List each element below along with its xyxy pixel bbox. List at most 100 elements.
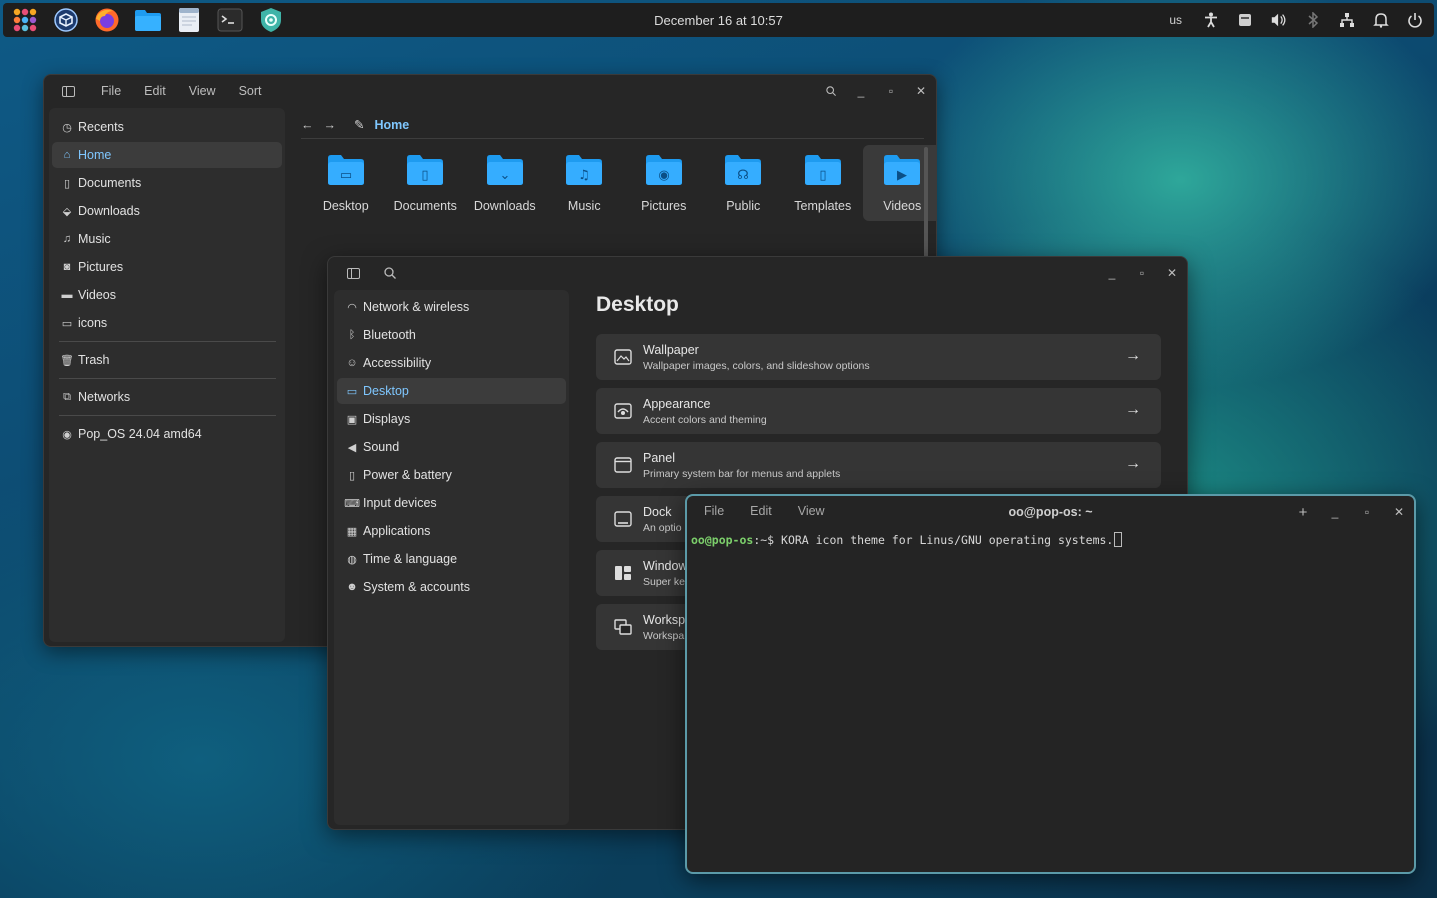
sidebar-item-label: Input devices <box>363 496 437 510</box>
menu-file[interactable]: File <box>704 504 724 518</box>
svg-text:▯: ▯ <box>819 168 826 183</box>
breadcrumb-home[interactable]: Home <box>374 118 409 132</box>
sidebar-item-icons[interactable]: ▭ icons <box>52 310 282 336</box>
app-launcher-icon[interactable] <box>9 4 41 36</box>
folder-documents[interactable]: ▯ Documents <box>386 145 466 221</box>
sidebar-item-downloads[interactable]: ⬙ Downloads <box>52 198 282 224</box>
new-tab-icon[interactable]: + <box>1298 504 1308 521</box>
menu-view[interactable]: View <box>798 504 825 518</box>
settings-card-panel[interactable]: Panel Primary system bar for menus and ap… <box>596 442 1161 488</box>
sidebar-item-videos[interactable]: ▬ Videos <box>52 282 282 308</box>
folder-desktop[interactable]: ▭ Desktop <box>306 145 386 221</box>
folder-icon: ♫ <box>564 153 604 187</box>
keyboard-layout-indicator[interactable]: us <box>1169 13 1182 27</box>
card-title: Dock <box>643 504 672 519</box>
folder-templates[interactable]: ▯ Templates <box>783 145 863 221</box>
folder-downloads[interactable]: ⌄ Downloads <box>465 145 545 221</box>
globe-icon: ◍ <box>347 553 357 566</box>
sidebar-item-label: Downloads <box>78 204 140 218</box>
storage-icon[interactable] <box>1236 11 1254 29</box>
sidebar-item-home[interactable]: ⌂ Home <box>52 142 282 168</box>
sidebar-item-applications[interactable]: ▦ Applications <box>337 518 566 544</box>
sidebar-item-trash[interactable]: 🗑︎ Trash <box>52 347 282 373</box>
panel-app-list <box>9 4 287 36</box>
sidebar-item-label: Accessibility <box>363 356 432 370</box>
settings-shield-icon[interactable] <box>255 4 287 36</box>
search-icon[interactable] <box>826 86 836 96</box>
maximize-icon[interactable]: ▫ <box>1362 505 1372 519</box>
sidebar-item-bluetooth[interactable]: ᛒ Bluetooth <box>337 322 566 348</box>
menu-sort[interactable]: Sort <box>239 84 262 98</box>
edit-path-icon[interactable]: ✎ <box>354 117 364 132</box>
terminal-output[interactable]: oo@pop-os:~$ KORA icon theme for Linus/G… <box>687 526 1414 547</box>
search-icon[interactable] <box>384 267 396 279</box>
menu-file[interactable]: File <box>101 84 121 98</box>
sidebar-item-label: Videos <box>78 288 116 302</box>
settings-card-appearance[interactable]: Appearance Accent colors and theming → <box>596 388 1161 434</box>
dock-icon <box>613 509 633 529</box>
menu-edit[interactable]: Edit <box>750 504 772 518</box>
minimize-icon[interactable]: _ <box>856 84 866 98</box>
accessibility-icon[interactable] <box>1202 11 1220 29</box>
menu-view[interactable]: View <box>189 84 216 98</box>
sidebar-item-displays[interactable]: ▣ Displays <box>337 406 566 432</box>
close-icon[interactable]: ✕ <box>1394 505 1404 519</box>
sidebar-item-desktop[interactable]: ▭ Desktop <box>337 378 566 404</box>
sidebar-item-accessibility[interactable]: ☺ Accessibility <box>337 350 566 376</box>
sidebar-toggle-icon[interactable] <box>347 267 360 279</box>
bluetooth-icon[interactable] <box>1304 11 1322 29</box>
sidebar-divider <box>59 415 276 416</box>
settings-card-wallpaper[interactable]: Wallpaper Wallpaper images, colors, and s… <box>596 334 1161 380</box>
folder-pictures[interactable]: ◉ Pictures <box>624 145 704 221</box>
cosmic-store-icon[interactable] <box>50 4 82 36</box>
folder-music[interactable]: ♫ Music <box>545 145 625 221</box>
minimize-icon[interactable]: _ <box>1107 266 1117 280</box>
sidebar-item-input-devices[interactable]: ⌨ Input devices <box>337 490 566 516</box>
maximize-icon[interactable]: ▫ <box>1137 266 1147 280</box>
top-panel: December 16 at 10:57 us <box>3 3 1434 37</box>
power-icon[interactable] <box>1406 11 1424 29</box>
sidebar-item-network[interactable]: ◠ Network & wireless <box>337 294 566 320</box>
sidebar-item-pictures[interactable]: ◙ Pictures <box>52 254 282 280</box>
sidebar-item-documents[interactable]: ▯ Documents <box>52 170 282 196</box>
terminal-header: File Edit View oo@pop-os: ~ + _ ▫ ✕ <box>687 496 1414 526</box>
volume-icon[interactable] <box>1270 11 1288 29</box>
settings-sidebar: ◠ Network & wireless ᛒ Bluetooth ☺ Accessib… <box>334 290 569 825</box>
card-title: Worksp <box>643 612 686 627</box>
sidebar-toggle-icon[interactable] <box>62 85 75 97</box>
panel-clock[interactable]: December 16 at 10:57 <box>654 13 783 28</box>
keyboard-icon: ⌨ <box>344 497 360 510</box>
sidebar-item-sound[interactable]: ◀ Sound <box>337 434 566 460</box>
sidebar-item-power[interactable]: ▯ Power & battery <box>337 462 566 488</box>
breadcrumb: ← → ✎ Home <box>301 111 924 139</box>
arrow-right-icon: → <box>1125 347 1141 364</box>
card-description: Primary system bar for menus and applets <box>643 467 841 480</box>
network-icon: ⧉ <box>63 390 71 403</box>
sidebar-item-networks[interactable]: ⧉ Networks <box>52 384 282 410</box>
close-icon[interactable]: ✕ <box>1167 266 1177 280</box>
folder-public[interactable]: ☊ Public <box>704 145 784 221</box>
close-icon[interactable]: ✕ <box>916 84 926 98</box>
sidebar-item-time-language[interactable]: ◍ Time & language <box>337 546 566 572</box>
forward-arrow-icon[interactable]: → <box>324 118 337 132</box>
firefox-icon[interactable] <box>91 4 123 36</box>
sidebar-item-label: Sound <box>363 440 400 454</box>
display-icon: ▣ <box>346 413 358 426</box>
sidebar-item-recents[interactable]: ◷ Recents <box>52 114 282 140</box>
sidebar-item-system-accounts[interactable]: ☻ System & accounts <box>337 574 566 600</box>
network-icon[interactable] <box>1338 11 1356 29</box>
svg-text:▭: ▭ <box>340 168 352 183</box>
sidebar-item-label: Home <box>78 148 112 162</box>
terminal-icon[interactable] <box>214 4 246 36</box>
terminal-command: KORA icon theme for Linus/GNU operating … <box>781 533 1114 547</box>
files-icon[interactable] <box>132 4 164 36</box>
back-arrow-icon[interactable]: ← <box>301 118 314 132</box>
sidebar-item-music[interactable]: ♫ Music <box>52 226 282 252</box>
maximize-icon[interactable]: ▫ <box>886 84 896 98</box>
sidebar-item-pop-os-drive[interactable]: ◉ Pop_OS 24.04 amd64 <box>52 421 282 447</box>
notifications-icon[interactable] <box>1372 11 1390 29</box>
text-editor-icon[interactable] <box>173 4 205 36</box>
minimize-icon[interactable]: _ <box>1330 505 1340 519</box>
menu-edit[interactable]: Edit <box>144 84 166 98</box>
card-title: Appearance <box>643 396 711 411</box>
